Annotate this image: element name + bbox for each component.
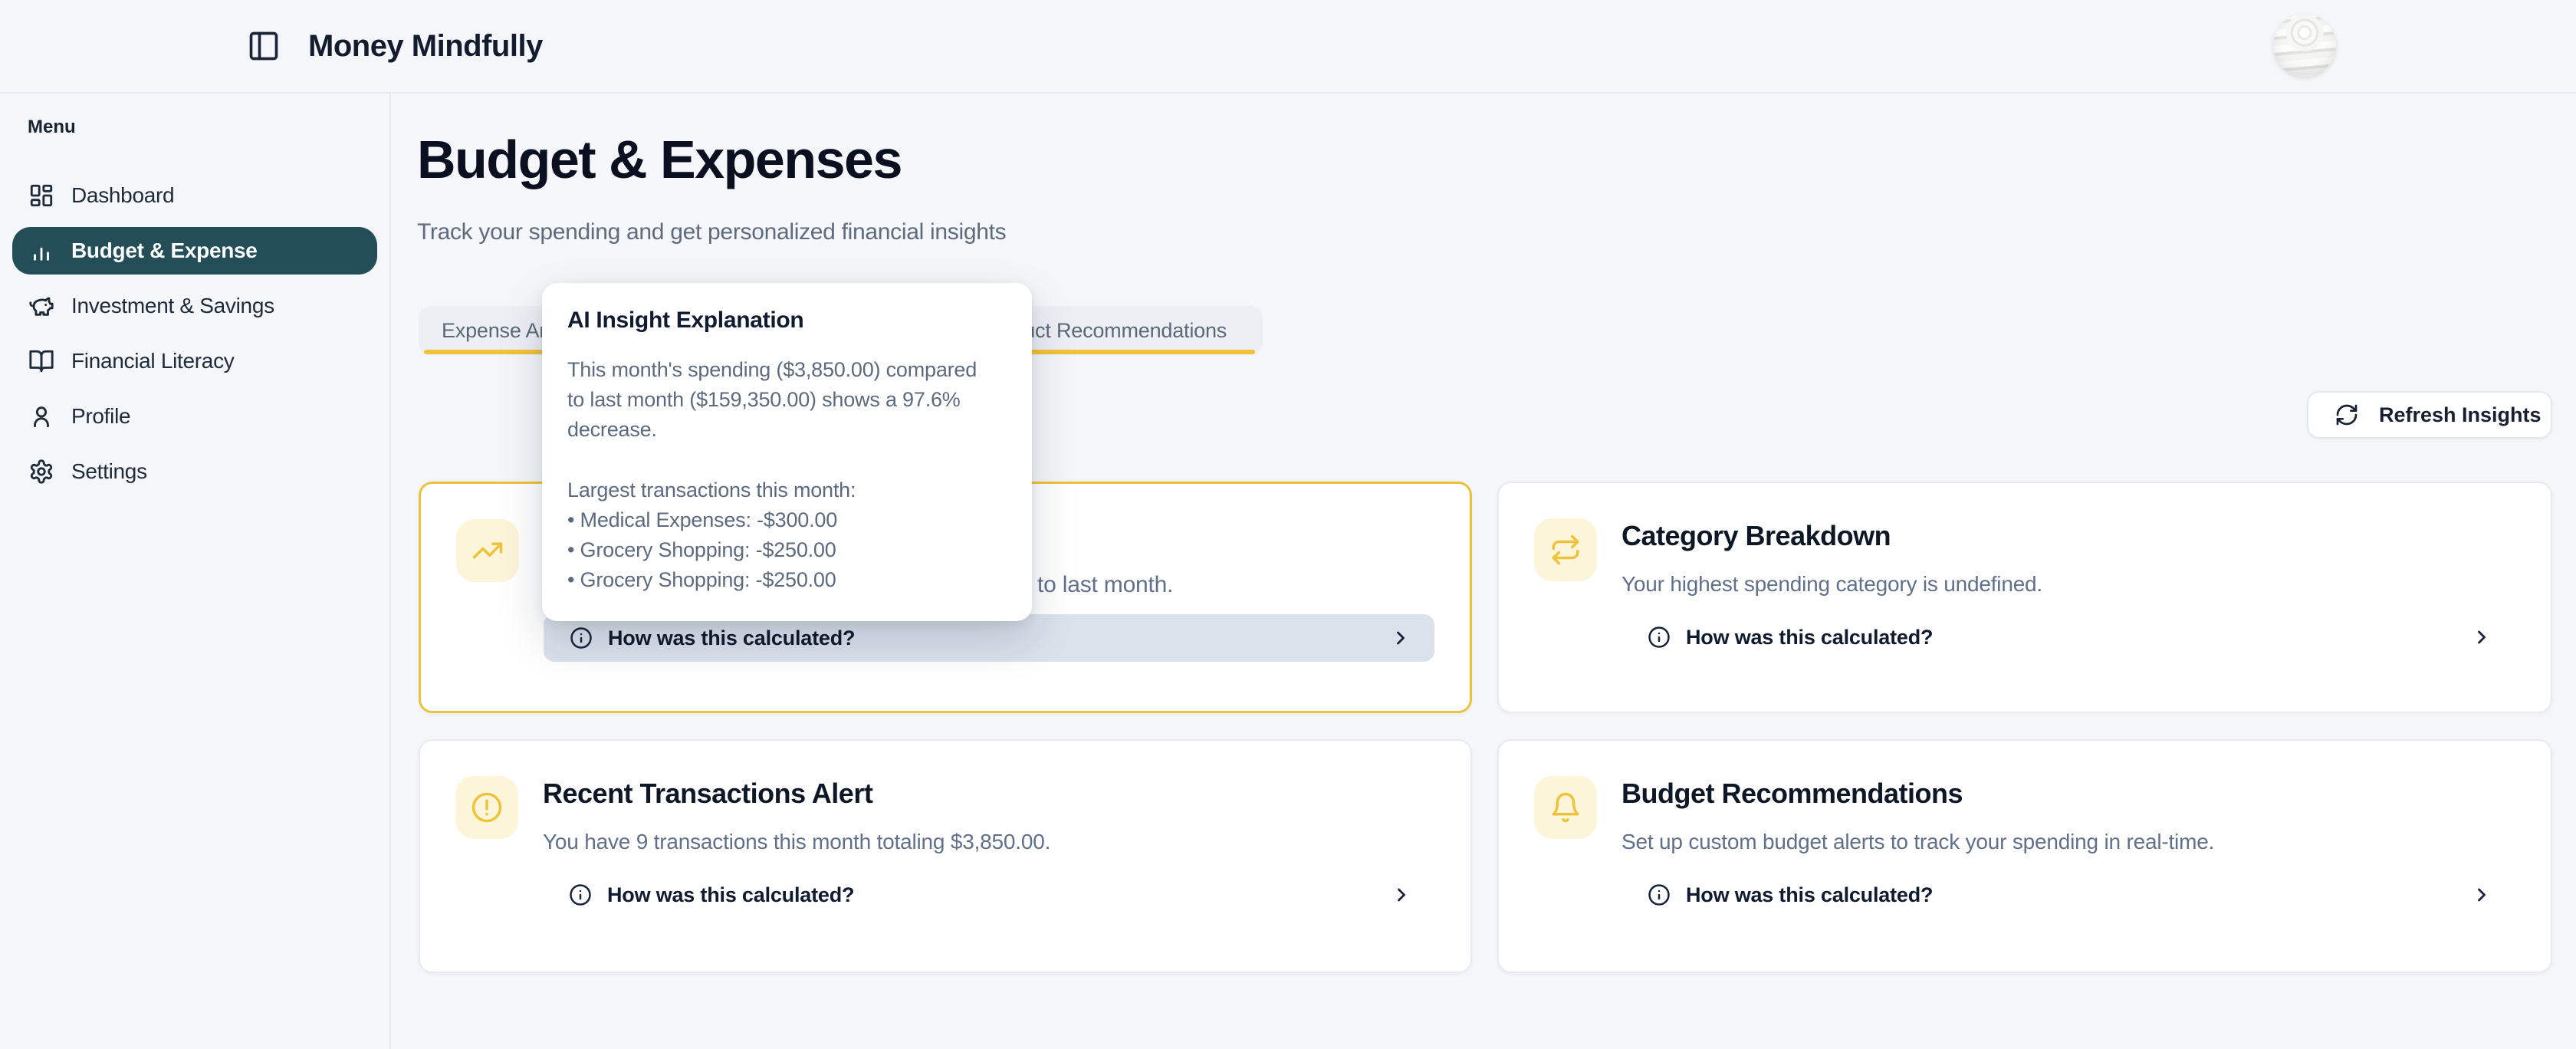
card-description: Set up custom budget alerts to track you… (1622, 828, 2515, 856)
sidebar-item-dashboard[interactable]: Dashboard (12, 172, 377, 219)
tooltip-line: • Grocery Shopping: -$250.00 (567, 535, 1007, 565)
sidebar-item-budget-expense[interactable]: Budget & Expense (12, 227, 377, 275)
sidebar-toggle-button[interactable] (247, 29, 281, 63)
card-category-breakdown: Category Breakdown Your highest spending… (1497, 482, 2552, 713)
card-description: Your highest spending category is undefi… (1622, 571, 2515, 598)
sidebar-item-financial-literacy[interactable]: Financial Literacy (12, 337, 377, 385)
alert-circle-icon (471, 791, 503, 824)
sidebar-item-settings[interactable]: Settings (12, 448, 377, 495)
trending-up-icon (472, 534, 504, 567)
refresh-insights-button[interactable]: Refresh Insights (2307, 391, 2552, 439)
sidebar-item-label: Profile (71, 404, 130, 429)
info-icon (570, 626, 593, 649)
tooltip-title: AI Insight Explanation (567, 307, 1007, 334)
card-recent-transactions: Recent Transactions Alert You have 9 tra… (419, 739, 1472, 973)
tooltip-line: This month's spending ($3,850.00) compar… (567, 355, 1007, 385)
card-icon-box (1534, 518, 1597, 581)
sidebar-menu-label: Menu (0, 117, 389, 138)
ai-insight-tooltip: AI Insight Explanation This month's spen… (542, 283, 1032, 621)
card-budget-recommendations: Budget Recommendations Set up custom bud… (1497, 739, 2552, 973)
chevron-right-icon (2471, 884, 2492, 906)
dashboard-grid-icon (28, 183, 54, 209)
sidebar-item-label: Settings (71, 459, 147, 484)
sidebar-item-investment-savings[interactable]: Investment & Savings (12, 282, 377, 330)
app-title: Money Mindfully (308, 29, 543, 64)
refresh-icon (2334, 403, 2359, 427)
sidebar-item-label: Dashboard (71, 183, 174, 208)
page-subtitle: Track your spending and get personalized… (417, 219, 1006, 245)
panel-left-icon (247, 29, 281, 63)
sidebar-item-label: Budget & Expense (71, 238, 258, 263)
info-icon (1648, 883, 1671, 906)
how-calculated-label: How was this calculated? (607, 883, 854, 907)
how-calculated-button[interactable]: How was this calculated? (544, 614, 1434, 662)
tooltip-line: • Grocery Shopping: -$250.00 (567, 565, 1007, 595)
sidebar-item-profile[interactable]: Profile (12, 393, 377, 440)
card-title: Recent Transactions Alert (543, 776, 1435, 811)
bell-icon (1549, 791, 1582, 824)
how-calculated-button[interactable]: How was this calculated? (1622, 613, 2515, 661)
chevron-right-icon (1390, 627, 1411, 649)
repeat-icon (1549, 534, 1582, 566)
card-icon-box (456, 519, 519, 582)
chevron-right-icon (1391, 884, 1412, 906)
sidebar-nav: Dashboard Budget & Expense Investment & … (0, 172, 389, 495)
how-calculated-label: How was this calculated? (1686, 883, 1933, 907)
card-description: You have 9 transactions this month total… (543, 828, 1435, 856)
tooltip-body: This month's spending ($3,850.00) compar… (567, 355, 1007, 595)
sidebar: Menu Dashboard Budget & Expense Investme… (0, 94, 391, 1049)
tooltip-line: • Medical Expenses: -$300.00 (567, 505, 1007, 535)
bar-chart-icon (28, 238, 54, 264)
card-title: Category Breakdown (1622, 518, 2515, 554)
how-calculated-label: How was this calculated? (1686, 626, 1933, 649)
user-avatar[interactable] (2273, 14, 2336, 77)
refresh-insights-label: Refresh Insights (2379, 403, 2542, 427)
user-icon (28, 403, 54, 429)
page-title: Budget & Expenses (417, 129, 902, 190)
card-icon-box (1534, 776, 1597, 839)
sidebar-item-label: Investment & Savings (71, 294, 274, 318)
info-icon (569, 883, 592, 906)
piggy-bank-icon (28, 293, 54, 319)
book-open-icon (28, 348, 54, 374)
gear-icon (28, 459, 54, 485)
app-header: Money Mindfully (0, 0, 2576, 94)
card-icon-box (455, 776, 518, 839)
tooltip-line: Largest transactions this month: (567, 475, 1007, 505)
info-icon (1648, 626, 1671, 649)
how-calculated-label: How was this calculated? (608, 626, 855, 650)
sidebar-item-label: Financial Literacy (71, 349, 234, 373)
tooltip-line: to last month ($159,350.00) shows a 97.6… (567, 385, 1007, 415)
how-calculated-button[interactable]: How was this calculated? (1622, 871, 2515, 919)
card-title: Budget Recommendations (1622, 776, 2515, 811)
how-calculated-button[interactable]: How was this calculated? (543, 871, 1435, 919)
tooltip-line: decrease. (567, 415, 1007, 445)
chevron-right-icon (2471, 626, 2492, 648)
